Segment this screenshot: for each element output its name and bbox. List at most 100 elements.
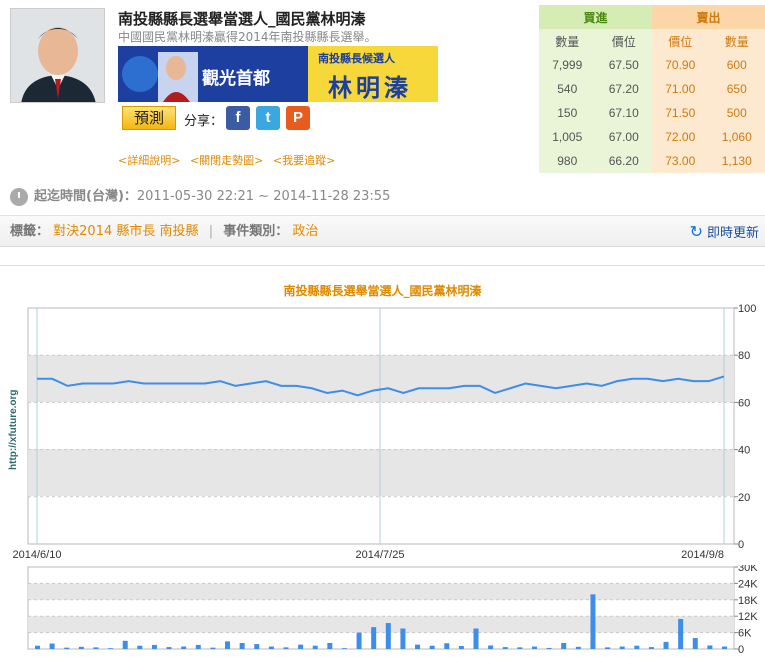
tag-item[interactable]: 對決2014	[53, 224, 112, 239]
column-header: 數量	[539, 29, 596, 53]
volume-bar	[444, 643, 450, 649]
close-chart-link[interactable]: <關閉走勢圖>	[190, 154, 263, 167]
volume-bar	[634, 645, 640, 649]
volume-tick-label: 24K	[738, 578, 758, 590]
column-header: 價位	[652, 29, 709, 53]
volume-bar	[225, 641, 231, 649]
candidate-portrait-image	[11, 9, 104, 102]
sell-qty[interactable]: 1,130	[708, 149, 765, 173]
volume-tick-label: 18K	[738, 595, 758, 607]
volume-bar	[415, 644, 421, 649]
sell-qty[interactable]: 600	[708, 53, 765, 77]
sell-price[interactable]: 70.90	[652, 53, 709, 77]
order-book-table: 買進 賣出 數量 價位 價位 數量 7,999 67.50 70.90 600 …	[539, 5, 765, 173]
y-tick-label: 40	[738, 445, 750, 457]
tags-label: 標籤：	[10, 224, 50, 239]
volume-bar	[298, 644, 304, 649]
category-value[interactable]: 政治	[292, 224, 318, 239]
buy-price[interactable]: 66.20	[595, 149, 652, 173]
buy-qty[interactable]: 7,999	[539, 53, 596, 77]
volume-bar	[254, 644, 260, 649]
volume-bar	[561, 642, 567, 649]
volume-bar	[429, 645, 435, 649]
volume-bar	[575, 646, 581, 649]
sell-qty[interactable]: 500	[708, 101, 765, 125]
buy-qty[interactable]: 1,005	[539, 125, 596, 149]
campaign-banner: 觀光首都 南投縣長候選人 林明溱	[118, 46, 438, 102]
volume-bar	[151, 644, 157, 649]
volume-tick-label: 0	[738, 644, 744, 656]
volume-bar	[458, 645, 464, 649]
volume-bar	[473, 628, 479, 649]
detail-link[interactable]: <詳細說明>	[118, 154, 180, 167]
volume-bar	[678, 618, 684, 649]
facebook-icon[interactable]: f	[226, 106, 250, 130]
tag-item[interactable]: 南投縣	[160, 224, 199, 239]
period-label: 起迄時間(台灣)：	[34, 189, 137, 204]
volume-band	[28, 583, 734, 600]
track-link[interactable]: <我要追蹤>	[273, 154, 335, 167]
volume-tick-label: 12K	[738, 611, 758, 623]
buy-price[interactable]: 67.00	[595, 125, 652, 149]
volume-tick-label: 6K	[738, 628, 752, 640]
action-links: <詳細說明> <關閉走勢圖> <我要追蹤>	[118, 152, 341, 168]
y-tick-label: 60	[738, 397, 750, 409]
volume-bar	[49, 643, 55, 649]
buy-header: 買進	[539, 5, 652, 29]
y-tick-label: 20	[738, 492, 750, 504]
banner-candidate-name: 林明溱	[328, 73, 412, 102]
buy-price[interactable]: 67.10	[595, 101, 652, 125]
column-header: 數量	[708, 29, 765, 53]
predict-button[interactable]: 預測	[122, 106, 176, 130]
volume-chart: 0 6K 12K 18K 24K 30K	[27, 565, 758, 656]
refresh-label: 即時更新	[706, 226, 759, 241]
volume-bar	[517, 647, 523, 649]
volume-bar	[356, 632, 362, 649]
buy-qty[interactable]: 150	[539, 101, 596, 125]
volume-bar	[546, 647, 552, 649]
y-tick-label: 100	[738, 303, 756, 315]
sell-price[interactable]: 73.00	[652, 149, 709, 173]
sell-qty[interactable]: 650	[708, 77, 765, 101]
refresh-button[interactable]: ↻ 即時更新	[690, 216, 759, 249]
plurk-icon[interactable]: P	[286, 106, 310, 130]
tag-item[interactable]: 縣市長	[116, 224, 155, 239]
sell-price[interactable]: 71.00	[652, 77, 709, 101]
refresh-icon: ↻	[689, 222, 703, 241]
period-row: 起迄時間(台灣)：2011-05-30 22:21 ~ 2014-11-28 2…	[10, 185, 390, 206]
volume-plot-area	[27, 566, 735, 650]
price-plot-area	[27, 307, 735, 545]
share-label: 分享：	[184, 114, 224, 129]
twitter-icon[interactable]: t	[256, 106, 280, 130]
volume-bar	[35, 645, 40, 649]
period-value: 2011-05-30 22:21 ~ 2014-11-28 23:55	[136, 189, 391, 204]
sell-price[interactable]: 72.00	[652, 125, 709, 149]
price-chart: 020406080100 2014/6/10 2014/7/25 2014/9/8 …	[8, 303, 756, 561]
y-axis-label: http://xfuture.org	[8, 389, 19, 470]
table-row: 150 67.10 71.50 500	[539, 101, 765, 125]
sell-qty[interactable]: 1,060	[708, 125, 765, 149]
buy-qty[interactable]: 540	[539, 77, 596, 101]
volume-bar	[605, 647, 611, 649]
page-subtitle: 中國國民黨林明溱贏得2014年南投縣縣長選舉。	[118, 30, 377, 44]
volume-bar	[93, 647, 99, 649]
volume-bar	[722, 646, 727, 649]
x-tick-label: 2014/9/8	[681, 549, 724, 561]
table-row: 980 66.20 73.00 1,130	[539, 149, 765, 173]
page-title: 南投縣縣長選舉當選人_國民黨林明溱	[118, 10, 366, 28]
buy-qty[interactable]: 980	[539, 149, 596, 173]
chart-title: 南投縣縣長選舉當選人_國民黨林明溱	[283, 284, 482, 298]
volume-bar	[166, 647, 172, 649]
volume-bar	[385, 623, 391, 649]
candidate-photo	[10, 8, 105, 103]
volume-bar	[64, 647, 70, 649]
volume-bar	[268, 646, 274, 649]
buy-price[interactable]: 67.20	[595, 77, 652, 101]
volume-bar	[488, 645, 494, 649]
x-tick-label: 2014/6/10	[13, 549, 62, 561]
sell-price[interactable]: 71.50	[652, 101, 709, 125]
volume-bar	[312, 645, 318, 649]
volume-bar	[400, 628, 406, 649]
banner-slogan: 觀光首都	[202, 69, 270, 89]
buy-price[interactable]: 67.50	[595, 53, 652, 77]
